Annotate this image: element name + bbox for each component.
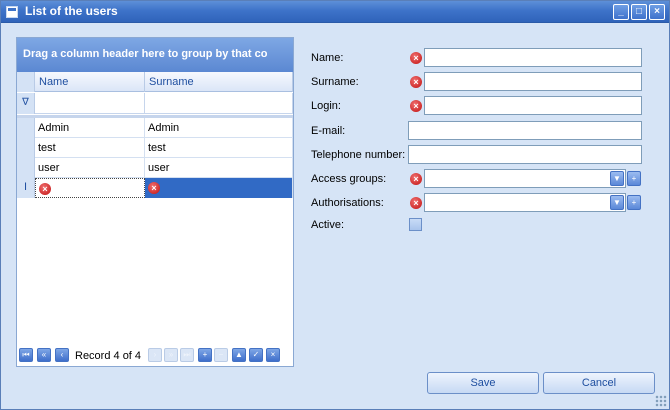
- next-page-icon[interactable]: »: [164, 348, 178, 362]
- authorisations-combo[interactable]: ▼: [424, 193, 626, 212]
- prev-page-icon[interactable]: «: [37, 348, 51, 362]
- users-window: List of the users _ □ × Drag a column he…: [0, 0, 670, 410]
- close-button[interactable]: ×: [649, 4, 665, 20]
- surname-label: Surname:: [311, 76, 359, 88]
- row-indicator: [17, 138, 35, 158]
- table-row[interactable]: user user: [17, 158, 293, 178]
- active-checkbox[interactable]: [409, 218, 422, 231]
- save-button[interactable]: Save: [427, 372, 539, 394]
- cell-name[interactable]: Admin: [35, 118, 145, 138]
- table-row[interactable]: test test: [17, 138, 293, 158]
- authorisations-label: Authorisations:: [311, 197, 384, 209]
- add-authorisation-icon[interactable]: +: [627, 195, 641, 210]
- email-label: E-mail:: [311, 125, 346, 137]
- access-groups-error-icon: ×: [410, 173, 422, 185]
- header-indicator: [17, 72, 35, 92]
- table-row[interactable]: Admin Admin: [17, 118, 293, 138]
- cell-name[interactable]: test: [35, 138, 145, 158]
- minimize-button[interactable]: _: [613, 4, 629, 20]
- row-indicator: [17, 158, 35, 178]
- filter-cell-surname[interactable]: [145, 93, 293, 114]
- chevron-down-icon[interactable]: ▼: [610, 195, 624, 210]
- maximize-button[interactable]: □: [631, 4, 647, 20]
- column-header-row: Name Surname: [17, 72, 293, 92]
- phone-input[interactable]: [408, 145, 642, 164]
- cell-surname[interactable]: user: [145, 158, 293, 178]
- error-icon: ×: [148, 182, 160, 195]
- resize-grip-icon[interactable]: [655, 395, 667, 407]
- first-record-icon[interactable]: ⏮: [19, 348, 33, 362]
- name-input[interactable]: [424, 48, 642, 67]
- phone-label: Telephone number:: [311, 149, 406, 161]
- error-icon: ×: [39, 183, 51, 196]
- surname-input[interactable]: [424, 72, 642, 91]
- cell-name-new[interactable]: ×: [35, 178, 145, 198]
- title-bar[interactable]: List of the users _ □ ×: [1, 1, 669, 23]
- login-error-icon: ×: [410, 100, 422, 112]
- window-title: List of the users: [25, 4, 118, 18]
- cancel-edit-icon[interactable]: ×: [266, 348, 280, 362]
- surname-error-icon: ×: [410, 76, 422, 88]
- edit-icon[interactable]: ▲: [232, 348, 246, 362]
- prev-record-icon[interactable]: ‹: [55, 348, 69, 362]
- column-header-surname[interactable]: Surname: [145, 72, 293, 92]
- cell-surname[interactable]: Admin: [145, 118, 293, 138]
- column-header-name[interactable]: Name: [35, 72, 145, 92]
- last-record-icon[interactable]: ⏭: [180, 348, 194, 362]
- next-record-icon[interactable]: ›: [148, 348, 162, 362]
- end-edit-icon[interactable]: ✓: [249, 348, 263, 362]
- cell-name[interactable]: user: [35, 158, 145, 178]
- add-access-group-icon[interactable]: +: [627, 171, 641, 186]
- authorisations-error-icon: ×: [410, 197, 422, 209]
- login-label: Login:: [311, 100, 341, 112]
- cell-surname[interactable]: test: [145, 138, 293, 158]
- append-icon[interactable]: +: [198, 348, 212, 362]
- cell-surname-new[interactable]: ×: [145, 178, 293, 198]
- group-by-panel[interactable]: Drag a column header here to group by th…: [17, 38, 293, 72]
- record-counter: Record 4 of 4: [75, 350, 142, 362]
- auto-filter-row: ∇: [17, 93, 293, 114]
- access-groups-combo[interactable]: ▼: [424, 169, 626, 188]
- filter-cell-name[interactable]: [35, 93, 145, 114]
- email-input[interactable]: [408, 121, 642, 140]
- active-label: Active:: [311, 219, 345, 231]
- name-error-icon: ×: [410, 52, 422, 64]
- cancel-button[interactable]: Cancel: [543, 372, 655, 394]
- login-input[interactable]: [424, 96, 642, 115]
- remove-icon[interactable]: −: [214, 348, 228, 362]
- access-groups-label: Access groups:: [311, 173, 387, 185]
- chevron-down-icon[interactable]: ▼: [610, 171, 624, 186]
- edit-cursor-icon: I: [17, 178, 35, 198]
- window-icon: [6, 6, 18, 18]
- users-grid: Drag a column header here to group by th…: [16, 37, 294, 367]
- name-label: Name:: [311, 52, 344, 64]
- funnel-icon: ∇: [17, 93, 35, 114]
- row-indicator: [17, 118, 35, 138]
- new-item-row[interactable]: I × ×: [17, 178, 293, 198]
- data-navigator: ⏮ « ‹ Record 4 of 4 › » ⏭ + − ▲ ✓ ×: [17, 346, 293, 366]
